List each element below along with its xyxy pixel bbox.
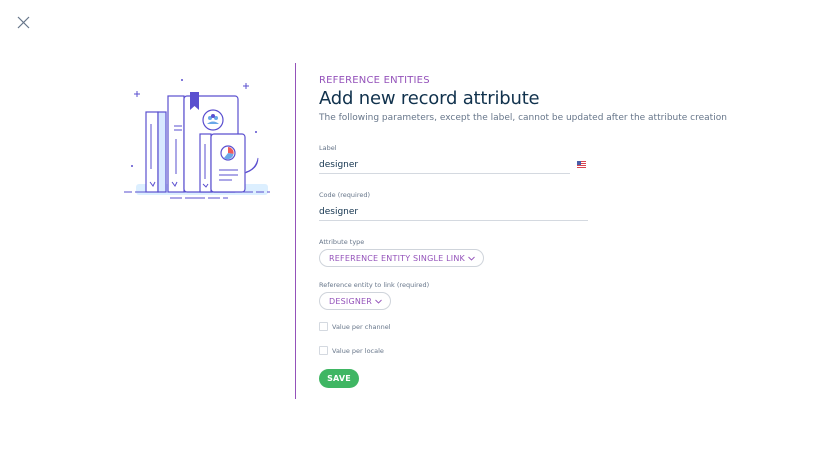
reference-entities-illustration — [118, 74, 278, 204]
close-button[interactable] — [16, 15, 32, 31]
us-flag-icon — [577, 161, 586, 168]
attribute-type-label: Attribute type — [319, 238, 365, 246]
code-input[interactable] — [319, 204, 588, 221]
attribute-type-select[interactable]: REFERENCE ENTITY SINGLE LINK — [319, 249, 484, 267]
value-per-locale-checkbox[interactable] — [319, 346, 328, 355]
code-field-label: Code (required) — [319, 191, 371, 199]
value-per-channel-label: Value per channel — [332, 322, 391, 331]
value-per-locale-label: Value per locale — [332, 346, 384, 355]
modal-eyebrow: REFERENCE ENTITIES — [319, 75, 430, 86]
label-field-label: Label — [319, 144, 337, 152]
reference-entity-select[interactable]: DESIGNER — [319, 292, 392, 310]
value-per-channel-checkbox[interactable] — [319, 322, 328, 331]
reference-entity-label: Reference entity to link (required) — [319, 281, 430, 289]
chevron-down-icon — [468, 256, 475, 261]
create-attribute-modal: REFERENCE ENTITIES Add new record attrib… — [0, 0, 840, 461]
close-icon — [17, 16, 30, 29]
value-per-locale-option[interactable]: Value per locale — [319, 346, 384, 355]
label-input[interactable] — [319, 157, 570, 174]
value-per-channel-option[interactable]: Value per channel — [319, 322, 391, 331]
modal-subtitle: The following parameters, except the lab… — [319, 113, 727, 123]
reference-entity-value: DESIGNER — [329, 296, 373, 306]
attribute-type-value: REFERENCE ENTITY SINGLE LINK — [329, 253, 465, 263]
chevron-down-icon — [375, 299, 382, 304]
vertical-divider — [295, 63, 296, 399]
modal-title: Add new record attribute — [319, 88, 540, 109]
save-button[interactable]: SAVE — [319, 369, 359, 388]
